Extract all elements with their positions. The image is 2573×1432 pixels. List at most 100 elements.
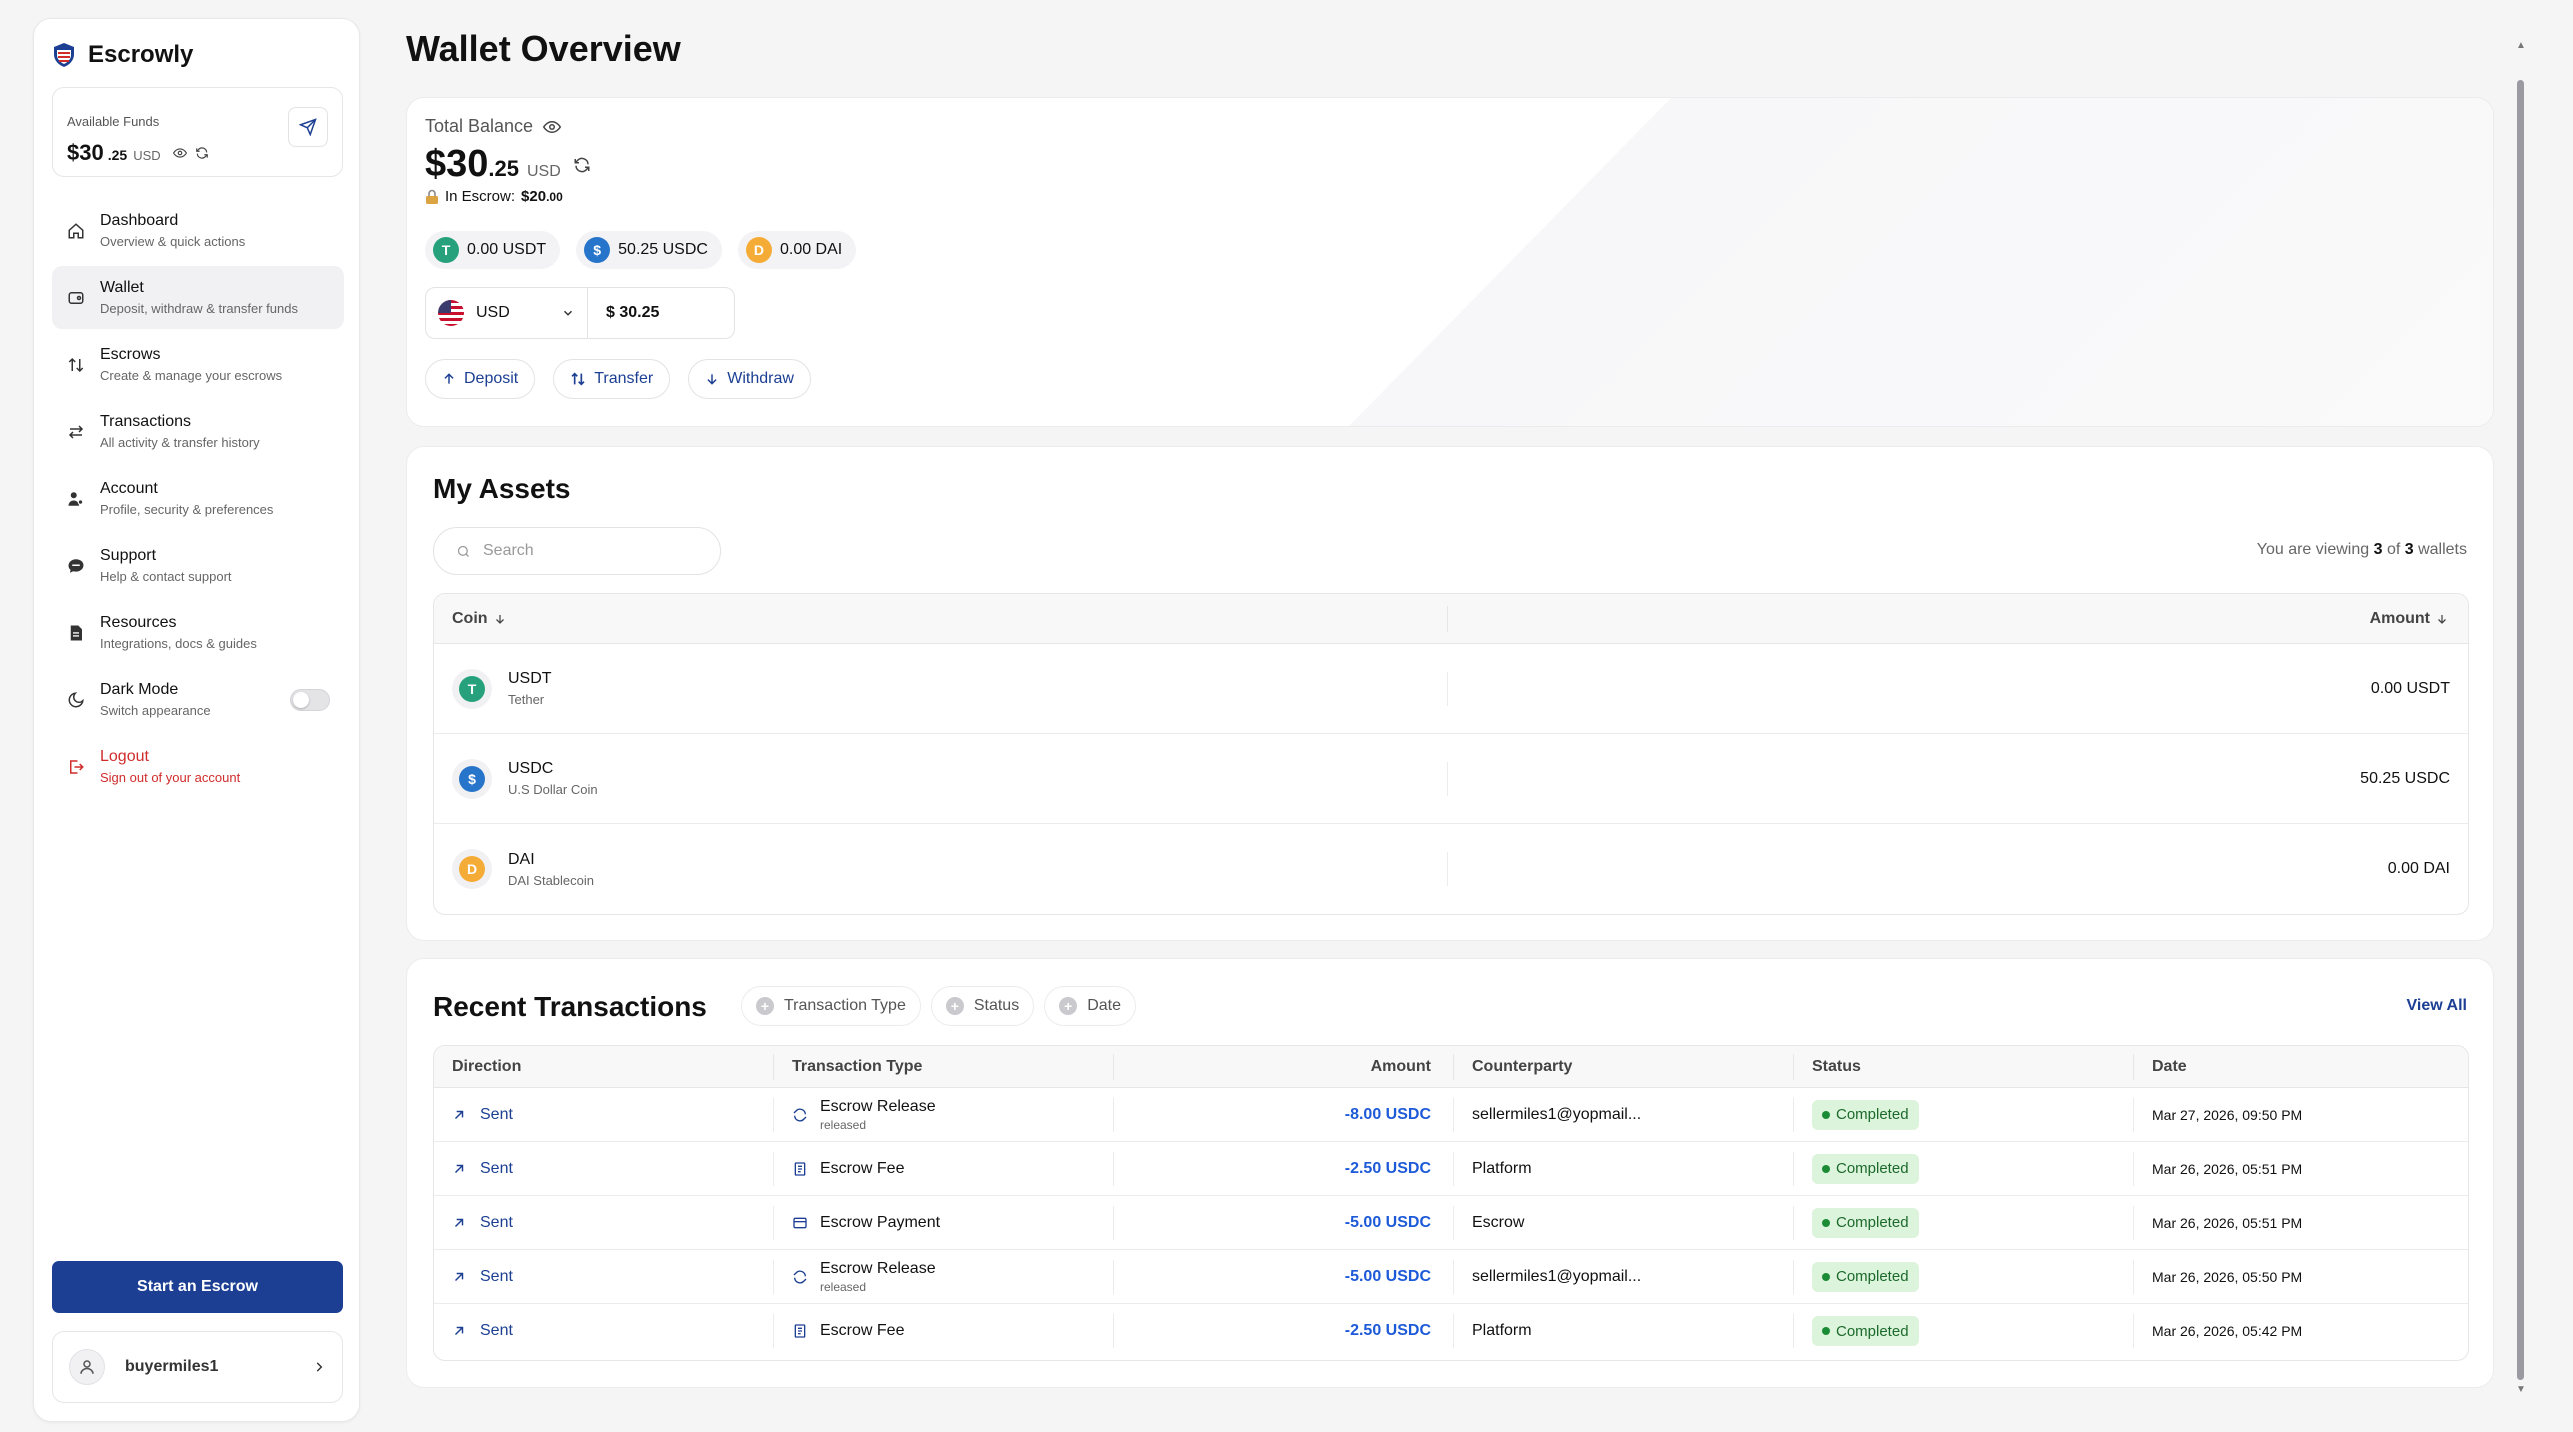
counterparty: sellermiles1@yopmail...: [1454, 1097, 1794, 1132]
scrollbar-thumb[interactable]: [2517, 80, 2524, 1380]
search-icon: [456, 544, 471, 559]
type-sub: released: [820, 1279, 867, 1294]
refresh-icon[interactable]: [195, 146, 209, 160]
moon-icon: [66, 690, 86, 710]
status-dot: [1822, 1272, 1830, 1281]
currency-converter: USD $ 30.25: [425, 287, 735, 339]
withdraw-button[interactable]: Withdraw: [688, 359, 811, 399]
nav-sub: All activity & transfer history: [100, 435, 260, 450]
view-all-link[interactable]: View All: [2407, 997, 2467, 1015]
asset-row[interactable]: T USDT Tether 0.00 USDT: [434, 644, 2468, 734]
currency-select[interactable]: USD: [426, 288, 588, 338]
sort-down-icon: [494, 613, 506, 625]
status-dot: [1822, 1110, 1830, 1119]
chip-label: 0.00 USDT: [467, 241, 547, 258]
balance-int: $30: [425, 143, 489, 185]
total-balance-value: $30.25 USD: [425, 143, 2493, 186]
asset-row[interactable]: D DAI DAI Stablecoin 0.00 DAI: [434, 824, 2468, 914]
filter-label: Status: [973, 997, 1020, 1014]
asset-name: DAI Stablecoin: [508, 872, 594, 888]
scroll-up-arrow[interactable]: ▲: [2516, 40, 2526, 51]
user-menu[interactable]: buyermiles1: [52, 1331, 343, 1403]
deposit-button[interactable]: Deposit: [425, 359, 536, 399]
user-icon: [78, 1358, 96, 1376]
asset-amount: 50.25 USDC: [2360, 769, 2450, 787]
sidebar-item-logout[interactable]: Logout Sign out of your account: [52, 735, 344, 798]
send-button[interactable]: [288, 107, 328, 147]
sort-down-icon: [2436, 613, 2448, 625]
assets-search-input[interactable]: Search: [433, 527, 721, 575]
viewing-suffix: wallets: [2418, 541, 2467, 558]
total-balance-label: Total Balance: [425, 116, 2493, 137]
brand[interactable]: Escrowly: [52, 41, 193, 69]
header-amount: Amount: [1114, 1053, 1454, 1080]
sidebar-item-wallet[interactable]: Wallet Deposit, withdraw & transfer funds: [52, 266, 344, 329]
transaction-row[interactable]: Sent Escrow Release released -8.00 USDC s…: [434, 1088, 2468, 1142]
transaction-row[interactable]: Sent Escrow Fee -2.50 USDC Platform Comp…: [434, 1142, 2468, 1196]
refresh-icon[interactable]: [573, 156, 591, 174]
nav-sub: Create & manage your escrows: [100, 368, 283, 383]
direction-label: Sent: [480, 1213, 513, 1231]
usdc-icon: $: [584, 237, 611, 263]
transaction-amount: -5.00 USDC: [1114, 1205, 1454, 1240]
nav-title: Dashboard: [100, 212, 179, 229]
viewing-count-value: 3: [2373, 541, 2383, 558]
coin-chip-usdt: T 0.00 USDT: [425, 231, 561, 269]
toggle-knob: [293, 692, 309, 708]
eye-icon[interactable]: [172, 146, 187, 160]
sidebar-item-dashboard[interactable]: Dashboard Overview & quick actions: [52, 199, 344, 262]
plus-icon: +: [1059, 997, 1078, 1015]
transaction-row[interactable]: Sent Escrow Fee -2.50 USDC Platform Comp…: [434, 1304, 2468, 1358]
balance-card: Total Balance $30.25 USD In Escrow: $20.…: [406, 97, 2494, 427]
header-direction: Direction: [434, 1053, 774, 1080]
direction-label: Sent: [480, 1267, 513, 1285]
page-title: Wallet Overview: [406, 28, 681, 69]
eye-icon[interactable]: [543, 118, 562, 136]
sidebar-item-support[interactable]: Support Help & contact support: [52, 534, 344, 597]
plus-icon: +: [945, 997, 964, 1015]
sidebar-item-transactions[interactable]: Transactions All activity & transfer hist…: [52, 400, 344, 463]
in-escrow-label: In Escrow:: [445, 188, 516, 205]
in-escrow-value: $20.00: [521, 188, 563, 205]
arrow-up-right-icon: [452, 1270, 466, 1284]
escrow-value-dec: .00: [546, 190, 563, 204]
sidebar-item-resources[interactable]: Resources Integrations, docs & guides: [52, 601, 344, 664]
scroll-down-arrow[interactable]: ▼: [2516, 1384, 2526, 1395]
filter-status[interactable]: + Status: [930, 986, 1035, 1026]
amount-column-header[interactable]: Amount: [1448, 610, 2468, 628]
filter-transaction-type[interactable]: + Transaction Type: [741, 986, 921, 1026]
status-badge: Completed: [1812, 1153, 1919, 1184]
viewing-of: of: [2386, 541, 2401, 558]
filter-date[interactable]: + Date: [1044, 986, 1136, 1026]
assets-table: Coin Amount T USDT Tether 0.00 USDT $ USDC U…: [433, 593, 2469, 915]
asset-amount: 0.00 DAI: [2387, 860, 2450, 877]
amount-header-label: Amount: [2369, 609, 2430, 627]
coin-chip-usdc: $50.25 USDC: [576, 231, 722, 269]
transaction-row[interactable]: Sent Escrow Payment -5.00 USDC Escrow Co…: [434, 1196, 2468, 1250]
status-label: Completed: [1836, 1214, 1909, 1231]
start-escrow-button[interactable]: Start an Escrow: [52, 1261, 343, 1313]
funds-int: $30: [67, 140, 104, 165]
shield-logo-icon: [52, 42, 76, 68]
counterparty: sellermiles1@yopmail...: [1454, 1259, 1794, 1294]
transaction-row[interactable]: Sent Escrow Release released -5.00 USDC s…: [434, 1250, 2468, 1304]
nav-title: Dark Mode: [100, 681, 179, 698]
sidebar-item-dark-mode: Dark Mode Switch appearance: [52, 668, 344, 731]
sidebar-item-escrows[interactable]: Escrows Create & manage your escrows: [52, 333, 344, 396]
chevron-down-icon: [561, 306, 575, 320]
usdc-icon: $: [459, 765, 485, 792]
sidebar-item-account[interactable]: Account Profile, security & preferences: [52, 467, 344, 530]
status-label: Completed: [1836, 1268, 1909, 1285]
header-date: Date: [2152, 1057, 2187, 1075]
arrows-left-right-icon: [66, 422, 86, 442]
dai-icon: D: [745, 237, 772, 263]
filter-label: Date: [1087, 997, 1121, 1014]
nav-sub: Sign out of your account: [100, 770, 241, 785]
tether-icon: T: [433, 237, 459, 263]
status-label: Completed: [1836, 1106, 1909, 1123]
asset-row[interactable]: $ USDC U.S Dollar Coin 50.25 USDC: [434, 734, 2468, 824]
coin-column-header[interactable]: Coin: [434, 605, 1448, 632]
transfer-button[interactable]: Transfer: [553, 359, 671, 399]
arrows-up-down-icon: [66, 355, 86, 375]
dark-mode-toggle[interactable]: [290, 689, 330, 711]
